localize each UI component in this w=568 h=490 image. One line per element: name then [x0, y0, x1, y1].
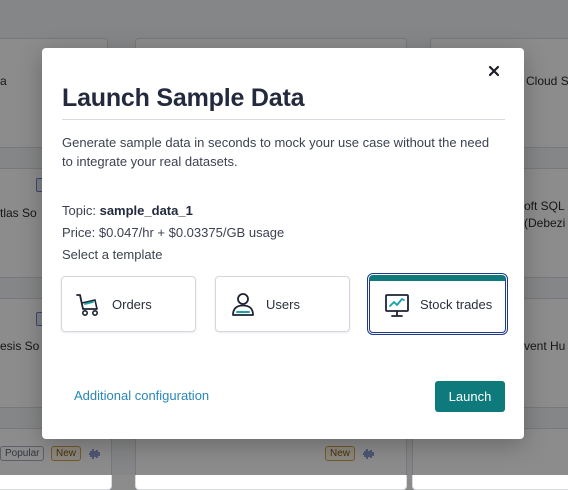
launch-sample-data-dialog: Launch Sample Data Generate sample data …	[42, 48, 524, 439]
launch-button[interactable]: Launch	[435, 381, 505, 412]
close-icon	[488, 65, 500, 77]
topic-label: Topic:	[62, 203, 96, 218]
stock-chart-icon	[385, 293, 409, 317]
additional-configuration-link[interactable]: Additional configuration	[74, 388, 209, 403]
topic-line: Topic: sample_data_1	[62, 203, 193, 218]
title-divider	[62, 119, 505, 120]
template-card-orders[interactable]: Orders	[61, 276, 196, 332]
dialog-title: Launch Sample Data	[62, 84, 305, 112]
user-icon	[232, 293, 254, 316]
template-label-stock-trades: Stock trades	[420, 297, 493, 312]
topic-value: sample_data_1	[99, 203, 193, 218]
close-button[interactable]	[486, 63, 502, 79]
template-card-users[interactable]: Users	[215, 276, 350, 332]
template-label-orders: Orders	[112, 296, 152, 312]
price-line: Price: $0.047/hr + $0.03375/GB usage	[62, 225, 284, 240]
select-template-label: Select a template	[62, 247, 163, 262]
cart-icon	[76, 294, 98, 316]
price-label: Price:	[62, 225, 96, 240]
template-card-stock-trades[interactable]: Stock trades	[367, 273, 508, 335]
template-label-users: Users	[266, 296, 300, 312]
dialog-description: Generate sample data in seconds to mock …	[62, 135, 490, 169]
price-value: $0.047/hr + $0.03375/GB usage	[98, 225, 285, 240]
